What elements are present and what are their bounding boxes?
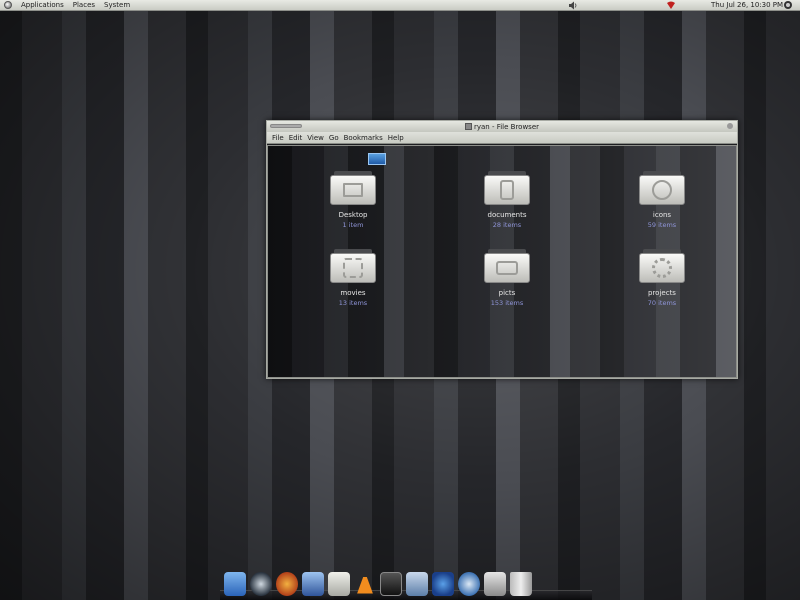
folder-label: projects (648, 289, 676, 297)
network-status-icon[interactable] (666, 1, 676, 10)
desktop-folder-icon (330, 171, 376, 205)
folder-label: movies (340, 289, 366, 297)
window-title: ryan - File Browser (473, 122, 540, 131)
folder-desktop[interactable]: Desktop 1 item (313, 171, 393, 229)
gnome-foot-icon (4, 1, 12, 9)
folder-label: Desktop (338, 211, 368, 219)
top-panel: Applications Places System Thu Jul 26, 1… (0, 0, 800, 11)
folder-icon (464, 123, 472, 130)
terminal-icon[interactable] (380, 572, 402, 596)
safari-icon[interactable] (250, 572, 272, 596)
folder-count: 28 items (492, 221, 522, 229)
file-browser-window: ryan - File Browser File Edit View Go Bo… (266, 120, 738, 379)
menu-file[interactable]: File (272, 134, 284, 142)
volume-icon[interactable] (568, 1, 578, 10)
clock[interactable]: Thu Jul 26, 10:30 PM (711, 1, 783, 9)
finder-icon[interactable] (224, 572, 246, 596)
folder-label: icons (652, 211, 672, 219)
folder-count: 153 items (490, 299, 524, 307)
folder-picts[interactable]: picts 153 items (467, 249, 547, 307)
documents-folder-icon (484, 171, 530, 205)
menu-view[interactable]: View (307, 134, 324, 142)
folder-count: 59 items (647, 221, 677, 229)
folder-label: documents (487, 211, 527, 219)
menu-system[interactable]: System (104, 1, 130, 9)
close-icon[interactable] (727, 123, 733, 129)
folder-count: 70 items (647, 299, 677, 307)
dock (220, 570, 592, 600)
window-titlebar[interactable]: ryan - File Browser (267, 121, 737, 132)
menu-edit[interactable]: Edit (289, 134, 303, 142)
window-menubar: File Edit View Go Bookmarks Help (267, 132, 737, 144)
folder-documents[interactable]: documents 28 items (467, 171, 547, 229)
network-icon[interactable] (458, 572, 480, 596)
menu-go[interactable]: Go (329, 134, 339, 142)
menu-help[interactable]: Help (388, 134, 404, 142)
window-menu-icon[interactable] (270, 124, 302, 128)
projects-folder-icon (639, 249, 685, 283)
app-store-icon[interactable] (302, 572, 324, 596)
calculator-icon[interactable] (328, 572, 350, 596)
menu-bookmarks[interactable]: Bookmarks (344, 134, 383, 142)
folder-count: 1 item (342, 221, 364, 229)
desktop-emblem-icon (368, 153, 386, 165)
file-view[interactable]: Desktop 1 item documents 28 items icons … (267, 145, 737, 378)
power-icon[interactable] (784, 1, 792, 9)
mail-icon[interactable] (432, 572, 454, 596)
folder-icons[interactable]: icons 59 items (622, 171, 702, 229)
icons-folder-icon (639, 171, 685, 205)
firefox-icon[interactable] (276, 572, 298, 596)
movies-folder-icon (330, 249, 376, 283)
pictures-folder-icon (484, 249, 530, 283)
menu-places[interactable]: Places (73, 1, 95, 9)
folder-movies[interactable]: movies 13 items (313, 249, 393, 307)
trash-icon[interactable] (510, 572, 532, 596)
folder-projects[interactable]: projects 70 items (622, 249, 702, 307)
folder-label: picts (498, 289, 516, 297)
menu-applications[interactable]: Applications (21, 1, 64, 9)
disk-icon[interactable] (484, 572, 506, 596)
preview-icon[interactable] (406, 572, 428, 596)
folder-count: 13 items (338, 299, 368, 307)
